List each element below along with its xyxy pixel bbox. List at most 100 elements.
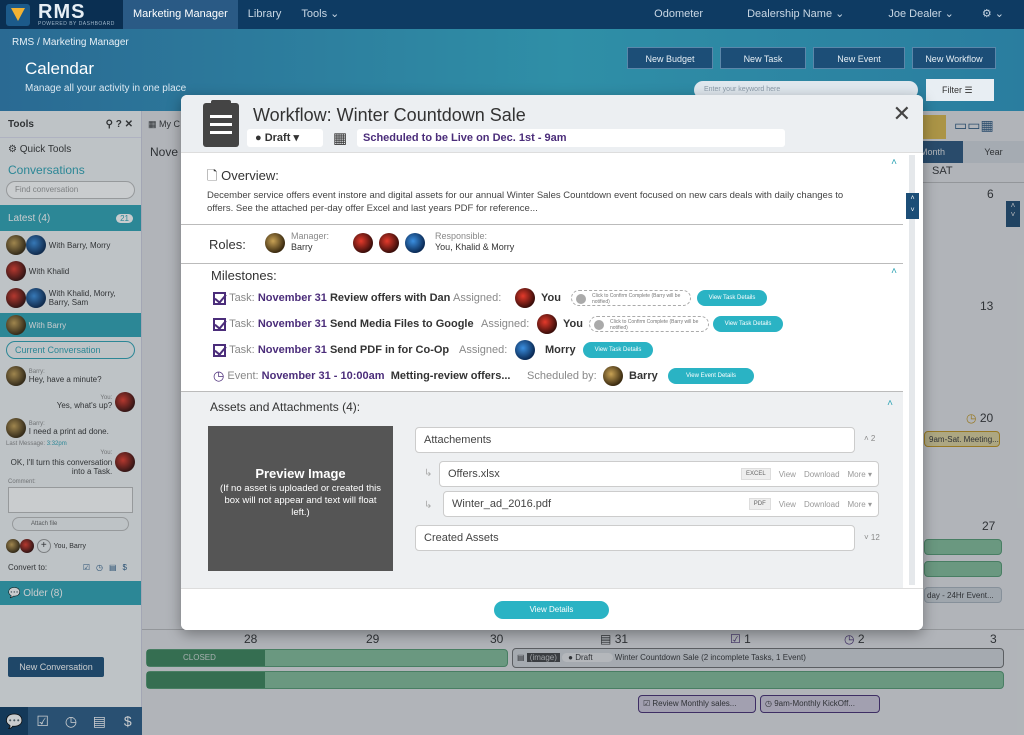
assigned-label: Assigned: xyxy=(459,344,508,356)
collapse-icon[interactable]: ˄ xyxy=(891,266,897,277)
avatar xyxy=(265,233,285,253)
milestone-row: ◷ Event: November 31 - 10:00am Metting-r… xyxy=(213,366,813,386)
checkbox-icon[interactable] xyxy=(213,291,226,305)
rms-logo[interactable]: RMS POWERED BY DASHBOARD xyxy=(0,0,123,29)
milestone-type: Task: xyxy=(229,318,255,330)
overview-text: December service offers event instore an… xyxy=(207,190,844,214)
assignee-name: Barry xyxy=(629,370,658,382)
caret-down-icon: ▾ xyxy=(867,469,872,479)
file-name[interactable]: Offers.xlsx xyxy=(448,468,741,480)
avatar xyxy=(515,288,535,308)
file-download-link[interactable]: Download xyxy=(804,470,840,479)
overview-label: Overview: xyxy=(221,168,279,183)
created-assets-label: Created Assets xyxy=(424,532,499,544)
responsible-label: Responsible: xyxy=(435,231,488,241)
chevron-down-icon: ⌄ xyxy=(944,8,954,20)
status-dropdown[interactable]: ● Draft ▾ xyxy=(247,129,323,147)
logo-mark-icon xyxy=(6,3,30,26)
nav-odometer[interactable]: Odometer xyxy=(632,0,725,29)
modal-scroll-buttons[interactable]: ˄ ˅ xyxy=(906,193,919,219)
assigned-label: Assigned: xyxy=(481,318,530,330)
filter-icon: ☰ xyxy=(964,85,973,95)
assigned-label: Assigned: xyxy=(453,292,502,304)
milestone-date: November 31 - 10:00am xyxy=(261,370,385,382)
file-view-link[interactable]: View xyxy=(779,470,796,479)
clipboard-icon xyxy=(203,100,239,147)
milestones-label: Milestones: xyxy=(211,268,277,283)
created-assets-count: ˅ 12 xyxy=(864,533,880,542)
assets-section: Assets and Attachments (4): ˄ Preview Im… xyxy=(181,392,903,588)
caret-down-icon: ▾ xyxy=(293,132,299,144)
avatar xyxy=(537,314,557,334)
logo-text: RMS xyxy=(38,0,86,23)
schedule-field[interactable]: Scheduled to be Live on Dec. 1st - 9am xyxy=(357,129,785,147)
nav-dealership-menu[interactable]: Dealership Name ⌄ xyxy=(725,0,866,29)
view-task-details-button[interactable]: View Task Details xyxy=(583,342,653,358)
milestone-text: Send Media Files to Google xyxy=(329,318,474,330)
attachments-dropdown[interactable]: Attachements xyxy=(415,427,855,453)
nav-tab-marketing-manager[interactable]: Marketing Manager xyxy=(123,0,238,29)
assignee-name: Morry xyxy=(545,344,576,356)
logo-subtext: POWERED BY DASHBOARD xyxy=(38,20,115,27)
created-assets-dropdown[interactable]: Created Assets xyxy=(415,525,855,551)
file-more-menu[interactable]: More ▾ xyxy=(848,470,872,479)
milestone-row: Task: November 31 Send PDF in for Co-Op … xyxy=(213,340,813,360)
view-details-button[interactable]: View Details xyxy=(494,601,609,619)
view-task-details-button[interactable]: View Task Details xyxy=(697,290,767,306)
new-task-button[interactable]: New Task xyxy=(720,47,806,69)
file-view-link[interactable]: View xyxy=(779,500,796,509)
schedule-date: Dec. 1st - 9am xyxy=(492,132,567,144)
confirm-complete-button[interactable]: Click to Confirm Complete (Barry will be… xyxy=(571,290,691,306)
milestone-text: Review offers with Dan xyxy=(329,292,451,304)
nav-tab-library[interactable]: Library xyxy=(238,0,292,29)
milestone-date: November 31 xyxy=(257,318,327,330)
avatar xyxy=(405,233,425,253)
breadcrumb-page[interactable]: Marketing Manager xyxy=(43,37,129,48)
nav-user-menu[interactable]: Joe Dealer ⌄ xyxy=(866,0,975,29)
avatar xyxy=(603,366,623,386)
close-icon[interactable]: ✕ xyxy=(893,101,911,127)
checkbox-icon[interactable] xyxy=(213,317,226,331)
indent-arrow-icon: ↳ xyxy=(424,500,433,511)
caret-down-icon: ▾ xyxy=(867,499,872,509)
new-budget-button[interactable]: New Budget xyxy=(627,47,713,69)
manager-label: Manager: xyxy=(291,231,330,241)
milestone-type: Task: xyxy=(229,292,255,304)
preview-image-box[interactable]: Preview Image (If no asset is uploaded o… xyxy=(208,426,393,571)
view-task-details-button[interactable]: View Task Details xyxy=(713,316,783,332)
collapse-icon[interactable]: ˄ xyxy=(887,398,893,409)
new-workflow-button[interactable]: New Workflow xyxy=(912,47,996,69)
attachments-label: Attachements xyxy=(424,434,492,446)
chevron-up-icon[interactable]: ˄ xyxy=(864,434,869,443)
modal-scrollbar-track[interactable]: ˄ ˅ xyxy=(906,155,919,585)
overview-section: 🗋 Overview: December service offers even… xyxy=(181,153,903,225)
view-event-details-button[interactable]: View Event Details xyxy=(668,368,754,384)
file-type-tag: EXCEL xyxy=(741,468,771,480)
assignee-name: You xyxy=(563,318,583,330)
manager-name: Barry xyxy=(291,242,313,252)
file-more-label: More xyxy=(847,499,866,509)
collapse-icon[interactable]: ˄ xyxy=(891,157,897,168)
page-title: Calendar xyxy=(25,59,94,78)
top-nav-bar: RMS POWERED BY DASHBOARD Marketing Manage… xyxy=(0,0,1024,29)
checkbox-icon[interactable] xyxy=(213,343,226,357)
new-event-button[interactable]: New Event xyxy=(813,47,905,69)
dealership-label: Dealership Name xyxy=(747,8,833,20)
nav-tab-tools[interactable]: Tools ⌄ xyxy=(291,0,349,29)
scheduled-by-label: Scheduled by: xyxy=(527,370,597,382)
file-more-menu[interactable]: More ▾ xyxy=(848,500,872,509)
nav-tab-tools-label: Tools xyxy=(301,8,328,20)
status-label: Draft xyxy=(264,132,291,144)
file-name[interactable]: Winter_ad_2016.pdf xyxy=(452,498,749,510)
overview-heading: 🗋 Overview: xyxy=(207,167,279,189)
page-subtitle: Manage all your activity in one place xyxy=(25,83,187,94)
filter-button[interactable]: Filter ☰ xyxy=(926,79,994,101)
confirm-complete-button[interactable]: Click to Confirm Complete (Barry will be… xyxy=(589,316,709,332)
file-download-link[interactable]: Download xyxy=(804,500,840,509)
user-label: Joe Dealer xyxy=(888,8,942,20)
settings-menu[interactable]: ⚙ ⌄ xyxy=(976,0,1010,29)
milestone-date: November 31 xyxy=(257,292,327,304)
chevron-down-icon[interactable]: ˅ xyxy=(864,533,869,542)
breadcrumb-root[interactable]: RMS xyxy=(12,37,34,48)
milestone-type: Event: xyxy=(227,370,259,382)
